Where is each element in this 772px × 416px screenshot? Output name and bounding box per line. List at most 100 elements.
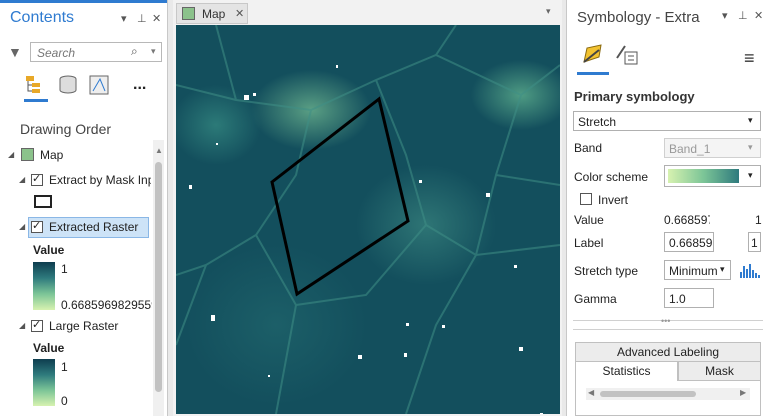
collapse-icon[interactable]: ◢ (19, 175, 25, 184)
close-icon[interactable]: ✕ (235, 7, 244, 20)
gamma-input[interactable]: 1.0 (664, 288, 714, 308)
tab-statistics[interactable]: Statistics (575, 361, 678, 381)
chevron-down-icon: ▾ (720, 264, 725, 274)
horizontal-scrollbar[interactable]: ◀ ▶ (586, 388, 750, 400)
tab-advanced-labeling[interactable]: Advanced Labeling (575, 342, 761, 362)
primary-symbology-icon[interactable] (581, 42, 605, 66)
chevron-down-icon[interactable]: ▾ (121, 12, 127, 25)
color-scheme-select[interactable]: ▾ (664, 165, 761, 187)
drawing-order-icon[interactable] (24, 74, 46, 96)
map-icon (182, 7, 195, 20)
grip-icon[interactable]: ••• (661, 316, 670, 326)
pin-icon[interactable]: ⊥ (137, 12, 147, 25)
stretch-type-select[interactable]: Minimum ▾ (664, 260, 731, 280)
layer-extracted-raster[interactable]: ◢ Extracted Raster (0, 218, 150, 238)
scroll-thumb[interactable] (600, 391, 696, 397)
chevron-down-icon[interactable]: ▾ (546, 6, 551, 17)
active-tab-indicator (577, 72, 609, 75)
legend-max: 1 (61, 360, 68, 374)
collapse-icon[interactable]: ◢ (19, 222, 25, 231)
symbology-title: Symbology - Extra (577, 9, 700, 26)
pin-icon[interactable]: ⊥ (738, 9, 748, 22)
search-placeholder: Search (37, 46, 76, 60)
tab-map-label: Map (202, 7, 226, 21)
contents-title: Contents (10, 9, 75, 26)
map-node-label: Map (40, 148, 64, 162)
value-min: 0.668597 (664, 213, 710, 227)
legend-title: Value (33, 243, 65, 257)
invert-label: Invert (598, 193, 629, 207)
histogram-icon[interactable] (739, 260, 761, 280)
tab-mask-label: Mask (705, 364, 734, 378)
stretch-type-value: Minimum (669, 264, 717, 278)
symbology-pane: Symbology - Extra ▾ ⊥ ✕ ≡ Primary symbol… (566, 0, 772, 416)
search-input[interactable]: Search ⌕ ▾ (30, 42, 162, 62)
scroll-right-icon[interactable]: ▶ (740, 388, 746, 397)
layer-large-raster[interactable]: ◢ Large Raster (0, 317, 150, 337)
tab-advanced-labeling-label: Advanced Labeling (616, 345, 720, 359)
tab-map[interactable]: Map ✕ (176, 3, 248, 24)
label-min-value: 0.668596 (669, 236, 713, 250)
polygon-symbol-icon[interactable] (34, 195, 52, 208)
close-icon[interactable]: ✕ (152, 12, 161, 25)
selection-view-icon[interactable] (88, 74, 110, 96)
legend-gradient[interactable] (33, 262, 55, 310)
splitter[interactable]: ••• (573, 316, 763, 330)
layer-visibility-checkbox[interactable] (31, 318, 43, 332)
layer-name: Large Raster (49, 319, 119, 333)
label-min-input[interactable]: 0.668596 (664, 232, 714, 252)
legend-gradient[interactable] (33, 359, 55, 406)
drawing-order-heading: Drawing Order (20, 121, 112, 137)
band-select[interactable]: Band_1 ▾ (664, 138, 761, 158)
map-icon (21, 148, 34, 161)
layer-extract-by-mask[interactable]: ◢ Extract by Mask Inp (0, 171, 151, 191)
renderer-select[interactable]: Stretch ▾ (573, 111, 761, 131)
map-canvas[interactable] (176, 25, 560, 414)
scroll-left-icon[interactable]: ◀ (588, 388, 594, 397)
layer-name: Extract by Mask Inp (49, 173, 151, 187)
close-icon[interactable]: ✕ (754, 9, 763, 22)
contents-scrollbar[interactable]: ▲ (153, 140, 164, 416)
menu-icon[interactable]: ≡ (744, 48, 755, 69)
invert-checkbox[interactable] (580, 193, 592, 205)
more-options[interactable]: ... (133, 76, 146, 94)
contents-titlebar: Contents ▾ ⊥ ✕ (0, 0, 167, 34)
search-options-icon[interactable]: ▾ (151, 46, 156, 57)
tab-statistics-label: Statistics (602, 364, 651, 378)
data-source-icon[interactable] (57, 74, 79, 96)
band-label: Band (574, 141, 603, 155)
value-max: 1 (755, 213, 762, 227)
scroll-up-icon[interactable]: ▲ (155, 146, 163, 155)
layer-visibility-checkbox[interactable] (31, 172, 43, 186)
chevron-down-icon[interactable]: ▾ (722, 9, 728, 22)
stretch-type-label: Stretch type (574, 264, 639, 278)
symbology-titlebar: Symbology - Extra ▾ ⊥ ✕ (567, 0, 772, 34)
band-value: Band_1 (669, 142, 711, 156)
legend-title: Value (33, 341, 65, 355)
primary-symbology-heading: Primary symbology (574, 89, 695, 104)
search-icon[interactable]: ⌕ (131, 44, 138, 59)
map-view: Map ✕ ▾ (173, 0, 562, 416)
contents-pane: Contents ▾ ⊥ ✕ ▼ Search ⌕ ▾ ... Drawing … (0, 0, 168, 416)
label-max-input[interactable]: 1 (748, 232, 761, 252)
filter-icon[interactable]: ▼ (8, 44, 22, 60)
scroll-thumb[interactable] (155, 162, 162, 392)
legend-min: 0.66859698295593 (61, 298, 152, 312)
collapse-icon[interactable]: ◢ (8, 150, 14, 159)
label-max-value: 1 (751, 236, 758, 250)
mask-polygon[interactable] (270, 96, 410, 297)
value-label: Value (574, 213, 604, 227)
map-node[interactable]: ◢ Map (0, 146, 150, 166)
vary-symbology-icon[interactable] (613, 42, 639, 66)
layer-visibility-checkbox[interactable] (31, 219, 43, 233)
label-label: Label (574, 236, 604, 250)
raster-texture (176, 25, 560, 414)
chevron-down-icon: ▾ (748, 142, 753, 152)
chevron-down-icon: ▾ (748, 115, 753, 125)
tab-mask[interactable]: Mask (678, 361, 761, 381)
layer-name: Extracted Raster (49, 220, 139, 234)
gamma-value: 1.0 (669, 292, 686, 306)
collapse-icon[interactable]: ◢ (19, 321, 25, 330)
legend-min: 0 (61, 394, 68, 408)
renderer-value: Stretch (578, 115, 617, 129)
